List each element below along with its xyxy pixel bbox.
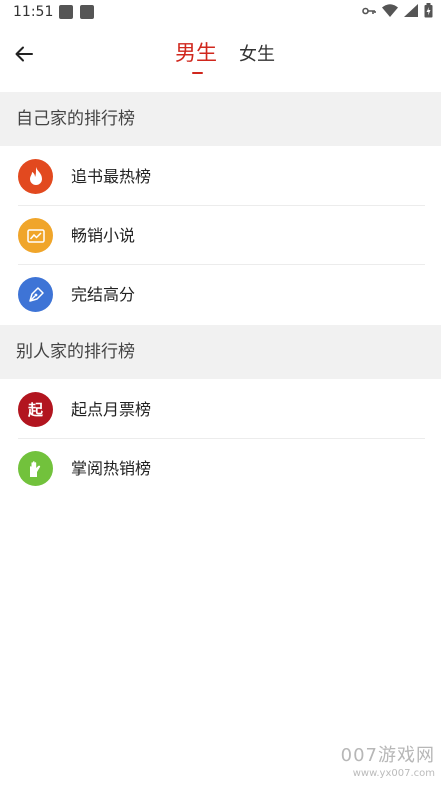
section-header-others: 别人家的排行榜 xyxy=(0,325,441,379)
battery-icon xyxy=(424,3,433,18)
list-item-label: 追书最热榜 xyxy=(71,167,152,186)
list-item-completed[interactable]: 完结高分 xyxy=(0,265,441,324)
list-item-bestseller[interactable]: 畅销小说 xyxy=(0,206,441,265)
arrow-left-icon xyxy=(15,46,33,62)
sales-chart-icon xyxy=(18,218,53,253)
tab-male[interactable]: 男生 xyxy=(175,37,217,67)
watermark-title: 007游戏网 xyxy=(340,745,435,766)
qidian-logo-icon: 起 xyxy=(18,392,53,427)
back-button[interactable] xyxy=(8,38,40,70)
signal-icon xyxy=(404,4,418,17)
list-item-hot[interactable]: 追书最热榜 xyxy=(0,147,441,206)
tab-female[interactable]: 女生 xyxy=(239,40,275,66)
list-item-qidian[interactable]: 起 起点月票榜 xyxy=(0,380,441,439)
status-icons xyxy=(362,3,433,18)
pen-nib-icon xyxy=(18,277,53,312)
list-item-zhangyue[interactable]: 掌阅热销榜 xyxy=(0,439,441,498)
list-item-label: 起点月票榜 xyxy=(71,400,152,419)
list-item-label: 完结高分 xyxy=(71,285,136,304)
watermark: 007游戏网 www.yx007.com xyxy=(341,741,435,779)
zhangyue-logo-icon xyxy=(18,451,53,486)
key-icon xyxy=(362,7,376,14)
active-tab-indicator xyxy=(192,72,203,74)
wifi-icon xyxy=(382,4,398,17)
notification-icon xyxy=(80,5,94,19)
watermark-url: www.yx007.com xyxy=(352,768,435,779)
top-bar: 男生 女生 xyxy=(0,24,441,90)
list-item-label: 掌阅热销榜 xyxy=(71,459,152,478)
notification-icon xyxy=(59,5,73,19)
section-header-own: 自己家的排行榜 xyxy=(0,92,441,146)
status-bar: 11:51 xyxy=(0,0,441,24)
list-item-label: 畅销小说 xyxy=(71,226,136,245)
flame-icon xyxy=(18,159,53,194)
status-time: 11:51 xyxy=(13,4,54,20)
